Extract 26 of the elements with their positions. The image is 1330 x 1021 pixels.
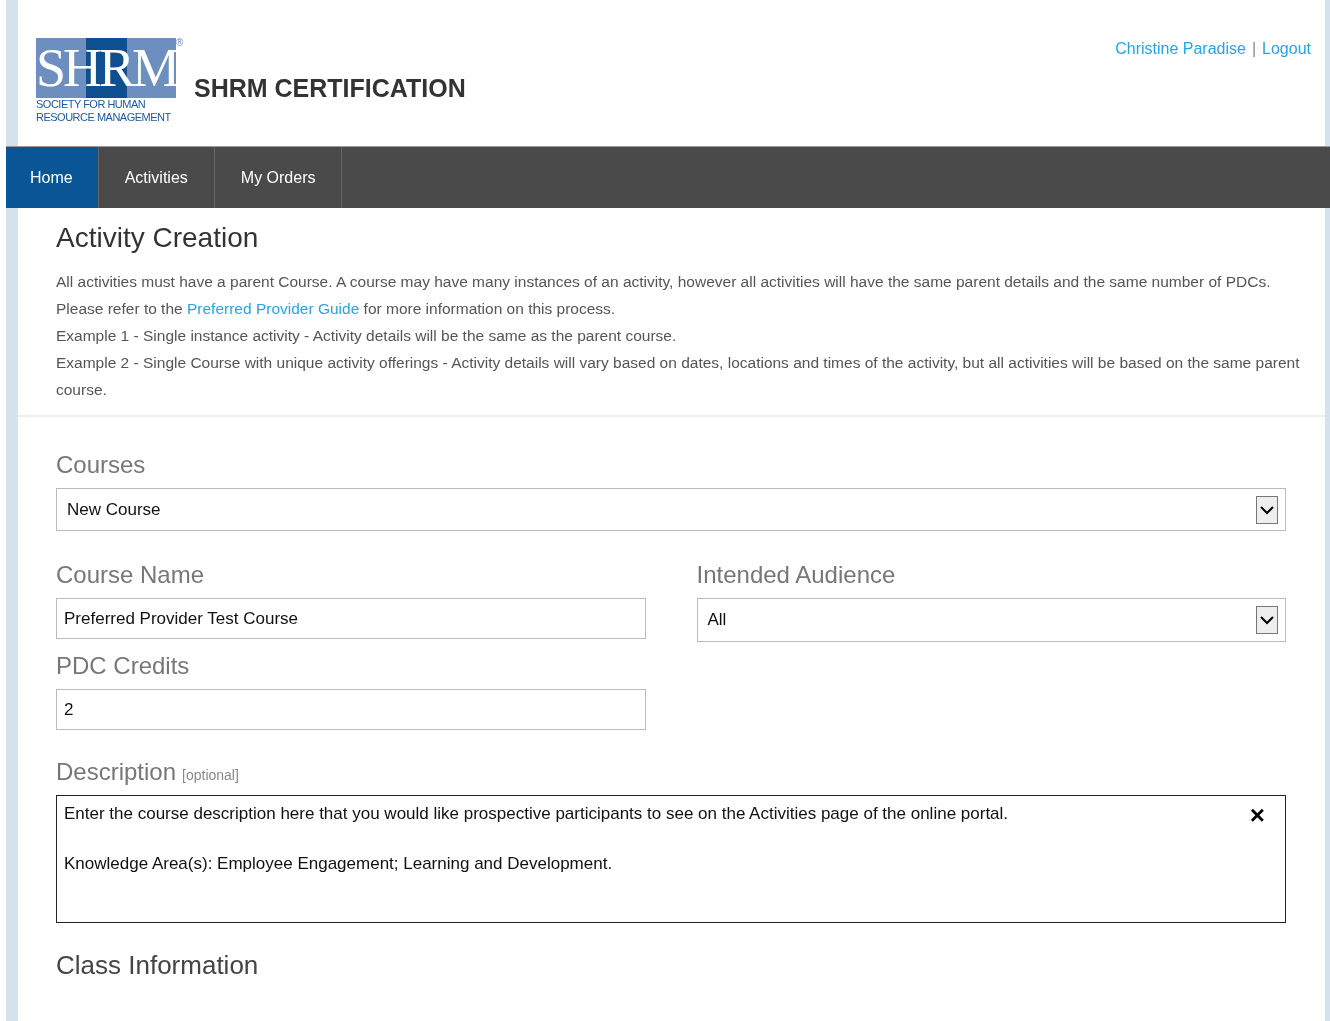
course-name-field[interactable]: Preferred Provider Test Course [56, 598, 646, 639]
logo-tagline: RESOURCE MANAGEMENT [36, 111, 172, 124]
nav-tab[interactable]: Home [6, 147, 99, 208]
clear-button[interactable]: × [1249, 803, 1265, 827]
pdc-credits-field[interactable]: 2 [56, 689, 646, 730]
field-label: PDC Credits [56, 652, 191, 680]
intro-paragraph: Example 2 - Single Course with unique activity offerings - Activity details will vary based on dates, locations and times of the activity, but all activities will be based on the same parent course. [56, 353, 1301, 400]
site-title: SHRM CERTIFICATION [194, 74, 466, 103]
separator: | [1251, 40, 1257, 58]
field-label: Description [56, 758, 177, 786]
field-label: Courses [56, 451, 147, 479]
intro-paragraph: Please refer to the Preferred Provider Guide for more information on this process. [56, 299, 617, 319]
logo-tagline: SOCIETY FOR HUMAN [36, 98, 147, 111]
intro-paragraph: Example 1 - Single instance activity - Activity details will be the same as the parent course. [56, 326, 678, 346]
description-field[interactable]: Enter the course description here that you would like prospective participants to see on the Activities page of the online portal. Knowledge Area(s): Employee Engagement; Learning and Development. × [56, 795, 1286, 923]
page-title: Activity Creation [56, 222, 260, 254]
section-heading: Class Information [56, 950, 260, 981]
registered-mark: ® [176, 38, 184, 48]
description-text: Knowledge Area(s): Employee Engagement; Learning and Development. [64, 853, 614, 875]
field-label: Intended Audience [696, 561, 897, 589]
optional-hint: [optional] [182, 767, 239, 783]
description-text: Enter the course description here that you would like prospective participants to see on the Activities page of the online portal. [64, 803, 1010, 825]
field-label: Course Name [56, 561, 206, 589]
intro-paragraph: All activities must have a parent Course. A course may have many instances of an activity, however all activities will have the same parent details and the same number of PDCs. [56, 272, 1272, 292]
audience-select[interactable]: All [696, 598, 1286, 642]
courses-select[interactable]: New Course [56, 488, 1286, 531]
